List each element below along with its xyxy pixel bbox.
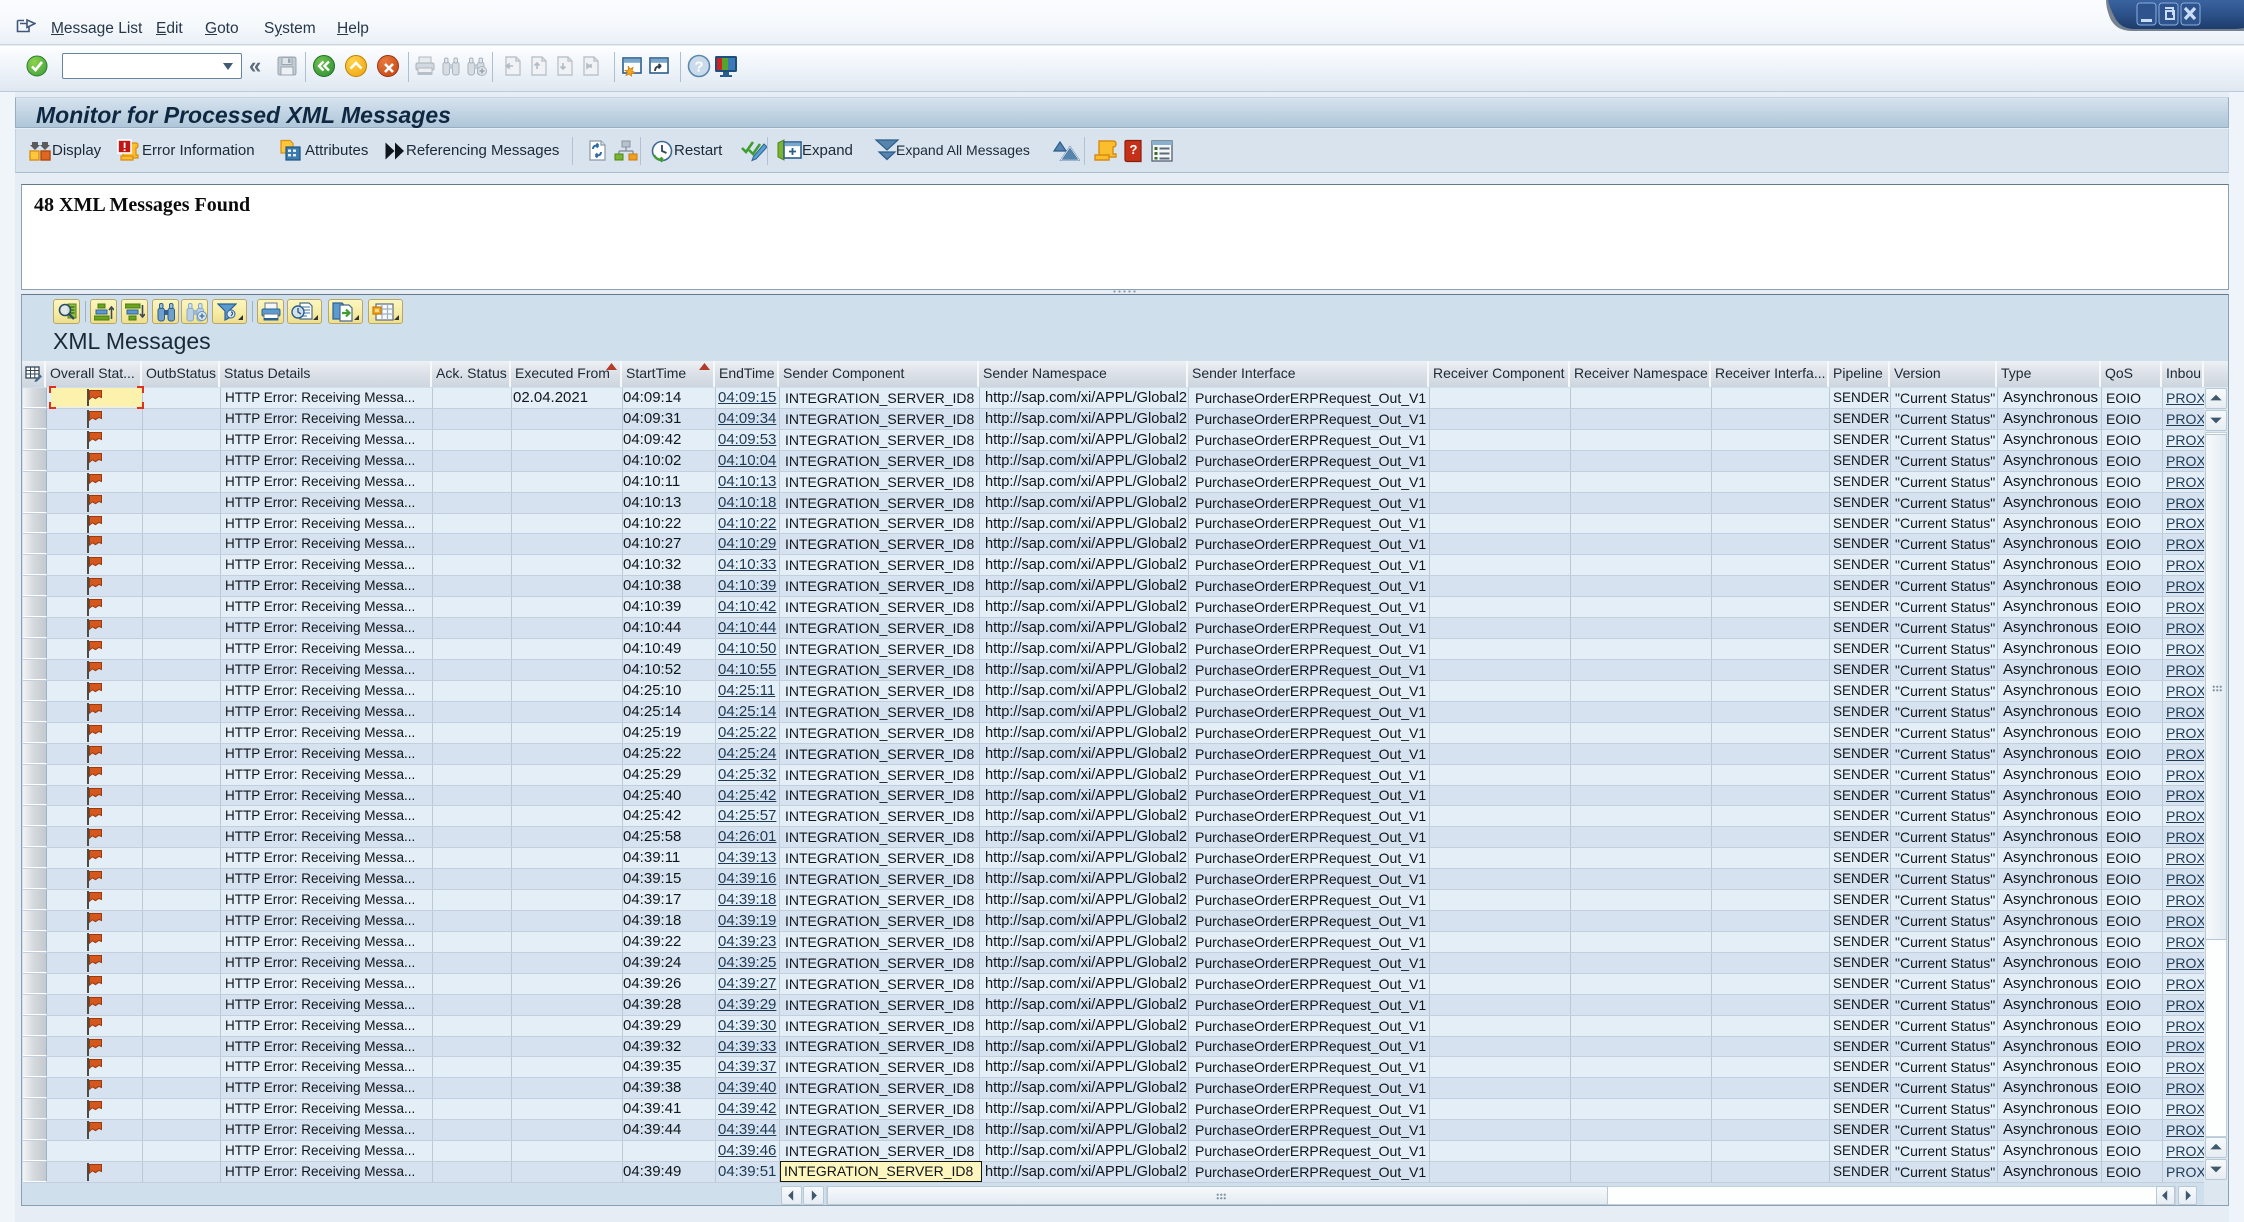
svg-text:?: ? [1130,142,1138,157]
svg-text:?: ? [694,59,703,76]
